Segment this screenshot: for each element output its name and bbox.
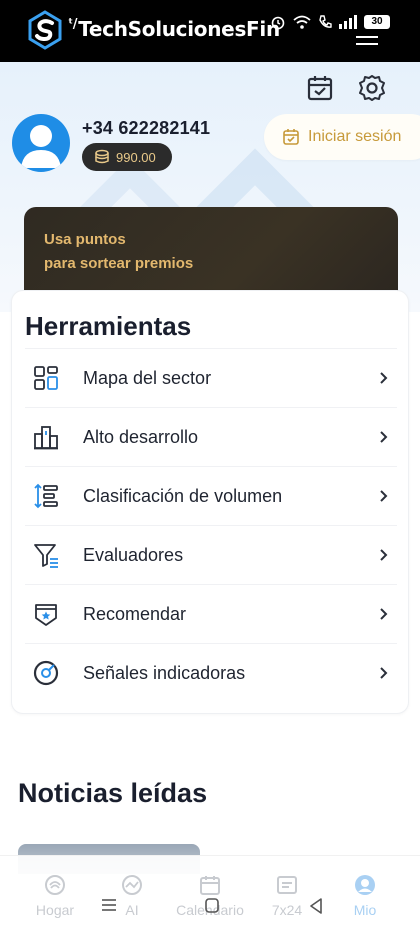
tool-item-recommend[interactable]: Recomendar (25, 584, 397, 643)
ai-icon (122, 875, 142, 895)
nav-tab-home[interactable]: Hogar (20, 874, 90, 918)
alarm-icon (271, 16, 285, 30)
news-icon (277, 876, 297, 894)
nav-label: AI (125, 902, 139, 918)
call-icon (319, 15, 332, 28)
nav-tab-mio[interactable]: Mio (330, 874, 400, 918)
tool-item-high-growth[interactable]: Alto desarrollo (25, 407, 397, 466)
calendar-icon (200, 876, 220, 895)
nav-label: Mio (353, 902, 377, 918)
promo-line-2: para sortear premios (44, 255, 194, 272)
battery-indicator: 30 (364, 15, 390, 29)
app-logo-icon (28, 10, 62, 50)
login-button[interactable]: Iniciar sesión (264, 114, 420, 160)
tool-label: Mapa del sector (83, 367, 212, 388)
chevron-right-icon (380, 490, 388, 502)
login-label: Iniciar sesión (308, 128, 402, 145)
status-bar: ᵗ/TechSolucionesFin 30 (0, 0, 420, 62)
chevron-right-icon (380, 549, 388, 561)
compass-icon (33, 660, 59, 686)
signal-icon (339, 15, 357, 29)
back-icon[interactable] (309, 898, 323, 914)
badge-star-icon (35, 604, 57, 626)
tool-item-volume-ranking[interactable]: Clasificación de volumen (25, 466, 397, 525)
tools-card: Herramientas Mapa del sector Alto desarr… (11, 290, 409, 714)
system-icons: 30 (270, 14, 390, 30)
home-button-icon[interactable] (204, 898, 220, 914)
profile-icon (355, 875, 375, 895)
tool-label: Evaluadores (83, 544, 184, 565)
home-icon (45, 875, 65, 895)
calendar-check-icon[interactable] (306, 74, 334, 102)
calendar-icon (283, 129, 299, 145)
volume-ranking-icon (34, 483, 58, 509)
points-value: 990.00 (116, 149, 156, 165)
buildings-icon (34, 426, 58, 450)
recent-apps-icon[interactable] (101, 898, 117, 912)
tool-label: Señales indicadoras (83, 662, 246, 683)
user-phone: +34 622282141 (82, 118, 211, 138)
read-news-title: Noticias leídas (18, 778, 208, 808)
coins-icon (95, 149, 109, 164)
wifi-icon (293, 15, 311, 29)
chevron-right-icon (380, 608, 388, 620)
nav-label: Hogar (35, 902, 75, 918)
points-balance[interactable]: 990.00 (82, 143, 172, 171)
tool-item-sector-map[interactable]: Mapa del sector (25, 348, 397, 407)
tools-title: Herramientas (25, 311, 192, 341)
tool-label: Recomendar (83, 603, 187, 624)
bottom-navigation: Hogar AI Calendario 7x24 Mio (0, 855, 420, 936)
nav-label: 7x24 (271, 902, 303, 918)
app-title: ᵗ/TechSolucionesFin (68, 17, 280, 41)
user-silhouette-icon (21, 125, 61, 168)
tool-label: Clasificación de volumen (83, 485, 283, 506)
avatar[interactable] (12, 114, 70, 172)
tool-item-evaluators[interactable]: Evaluadores (25, 525, 397, 584)
chevron-right-icon (380, 372, 388, 384)
tool-item-signals[interactable]: Señales indicadoras (25, 643, 397, 702)
chevron-right-icon (380, 667, 388, 679)
gear-icon[interactable] (358, 74, 386, 102)
sector-map-icon (34, 366, 58, 390)
filter-icon (34, 544, 58, 568)
chevron-right-icon (380, 431, 388, 443)
promo-line-1: Usa puntos (44, 231, 126, 248)
tool-label: Alto desarrollo (83, 426, 199, 447)
menu-icon[interactable] (356, 36, 378, 46)
